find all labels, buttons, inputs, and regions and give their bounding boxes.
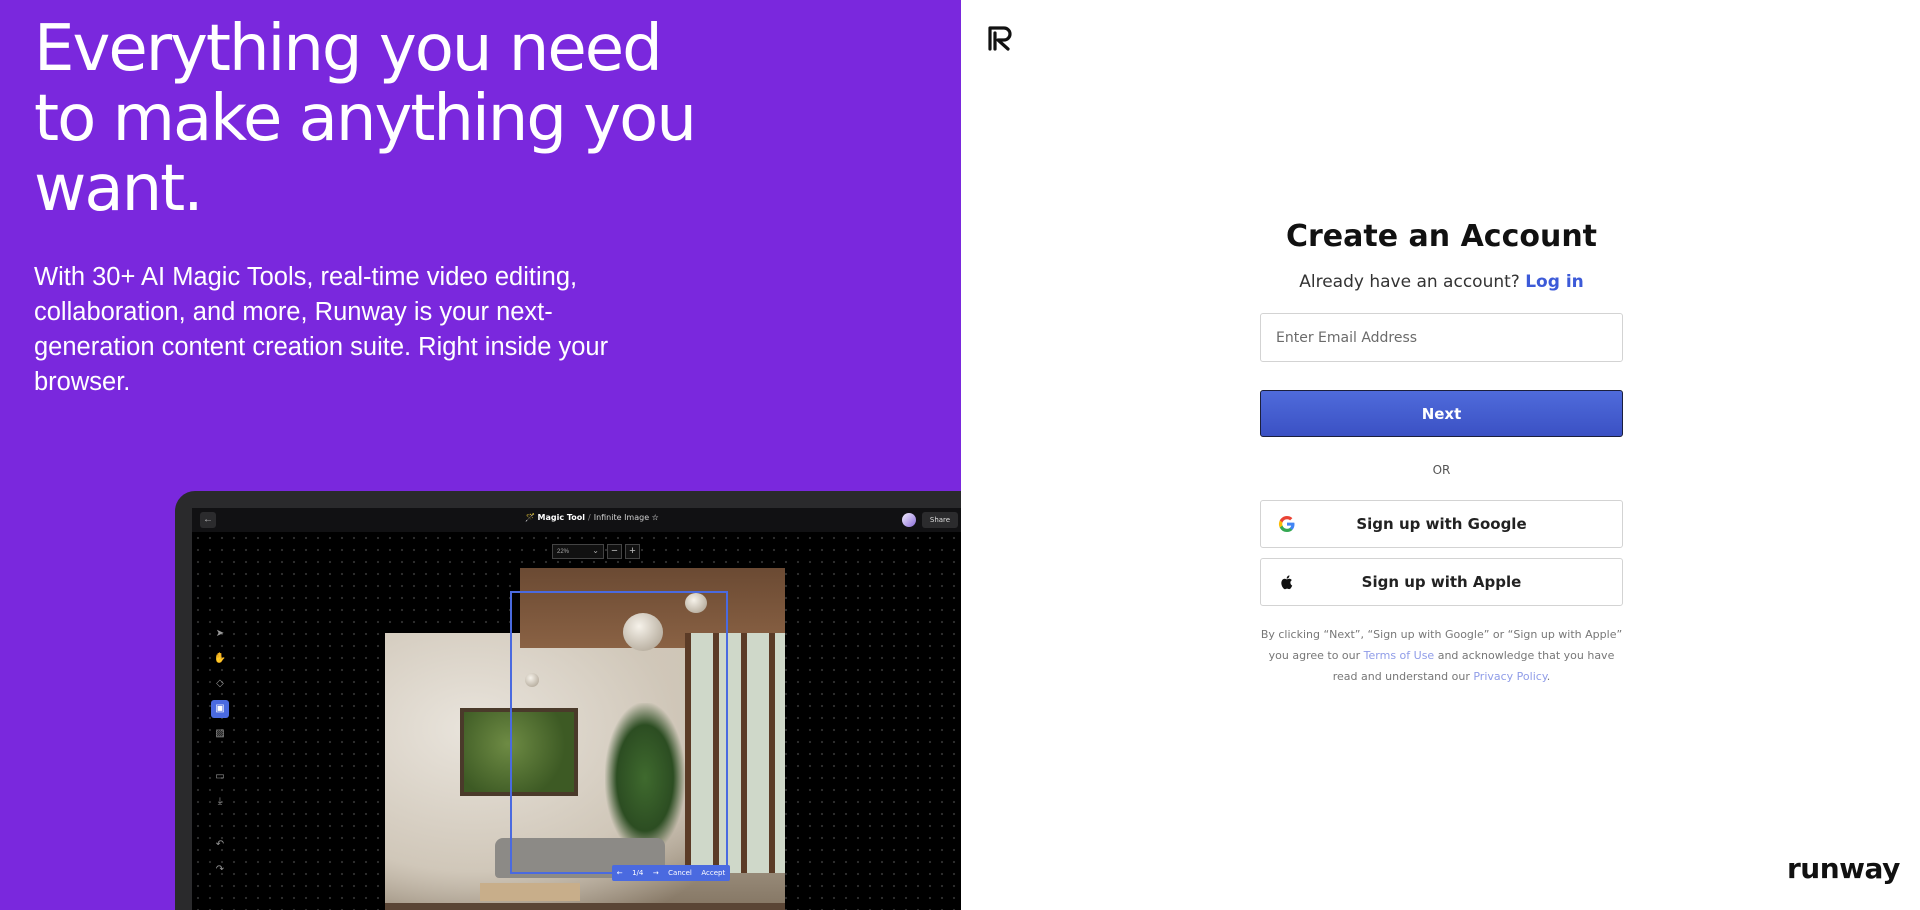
mockup-topbar: ← 🪄 Magic Tool / Infinite Image ☆ Share: [192, 508, 961, 532]
apple-signup-label: Sign up with Apple: [1361, 573, 1522, 591]
terms-notice: By clicking “Next”, “Sign up with Google…: [1260, 624, 1623, 687]
runway-logo-icon[interactable]: [986, 24, 1014, 52]
google-signup-button[interactable]: Sign up with Google: [1260, 500, 1623, 548]
apple-icon: [1281, 575, 1293, 590]
mockup-crumb-tool: Magic Tool: [537, 513, 585, 522]
mockup-selection-bar: ← 1/4 → Cancel Accept: [612, 865, 730, 881]
page-title: Create an Account: [1285, 219, 1598, 254]
mockup-next-icon: →: [652, 869, 659, 877]
mockup-zoom-in: +: [625, 544, 640, 559]
redo-tool-icon: ↷: [215, 864, 225, 875]
mockup-avatar: [902, 513, 916, 527]
google-signup-label: Sign up with Google: [1356, 515, 1527, 533]
mockup-cancel: Cancel: [668, 869, 692, 877]
mockup-zoom-value: 22%: [552, 543, 604, 559]
download-tool-icon: ⤓: [217, 796, 223, 807]
login-link[interactable]: Log in: [1525, 272, 1584, 292]
scene-floor: [385, 903, 785, 910]
login-prompt-text: Already have an account?: [1299, 272, 1520, 292]
mockup-breadcrumb: 🪄 Magic Tool / Infinite Image ☆: [525, 513, 659, 522]
mockup-selection-frame: [510, 591, 728, 874]
folder-tool-icon: ▭: [215, 771, 225, 782]
hero-title: Everything you need to make anything you…: [34, 12, 697, 226]
terms-of-use-link[interactable]: Terms of Use: [1364, 649, 1435, 662]
mockup-zoom-out: −: [607, 544, 622, 559]
google-icon: [1278, 515, 1295, 533]
mockup-zoom-control: 22% − +: [552, 543, 640, 561]
frame-tool-icon: ▣: [211, 700, 229, 718]
mockup-accept: Accept: [701, 869, 726, 877]
hero-subtitle: With 30+ AI Magic Tools, real-time video…: [34, 263, 609, 396]
mockup-toolbar: ➤ ✋ ◇ ▣ ▨ ▭ ⤓ ↶ ↷: [211, 625, 229, 886]
hand-tool-icon: ✋: [213, 653, 227, 664]
terms-suffix: .: [1546, 670, 1551, 683]
mockup-crumb-page: Infinite Image: [593, 513, 650, 522]
login-prompt: Already have an account? Log in: [1260, 272, 1623, 292]
star-icon: ☆: [651, 513, 659, 522]
mockup-screen: ← 🪄 Magic Tool / Infinite Image ☆ Share 22…: [192, 508, 961, 910]
mockup-crumb-separator: /: [588, 513, 591, 522]
or-divider: OR: [1432, 463, 1451, 477]
mockup-share-button: Share: [922, 512, 958, 528]
laptop-mockup: ← 🪄 Magic Tool / Infinite Image ☆ Share 22…: [175, 491, 961, 910]
email-field[interactable]: [1260, 313, 1623, 362]
mockup-back-button: ←: [200, 512, 216, 528]
magic-wand-icon: 🪄: [525, 513, 535, 522]
privacy-policy-link[interactable]: Privacy Policy: [1473, 670, 1546, 683]
undo-tool-icon: ↶: [215, 839, 225, 850]
mockup-prev-icon: ←: [616, 869, 623, 877]
select-tool-icon: ➤: [215, 628, 225, 639]
brand-wordmark: runway: [1787, 852, 1900, 885]
next-button[interactable]: Next: [1260, 390, 1623, 437]
eraser-tool-icon: ◇: [216, 678, 224, 689]
hero-panel: Everything you need to make anything you…: [0, 0, 961, 910]
apple-signup-button[interactable]: Sign up with Apple: [1260, 558, 1623, 606]
image-tool-icon: ▨: [215, 728, 225, 739]
mockup-pager: 1/4: [632, 869, 644, 877]
scene-table: [480, 883, 580, 901]
